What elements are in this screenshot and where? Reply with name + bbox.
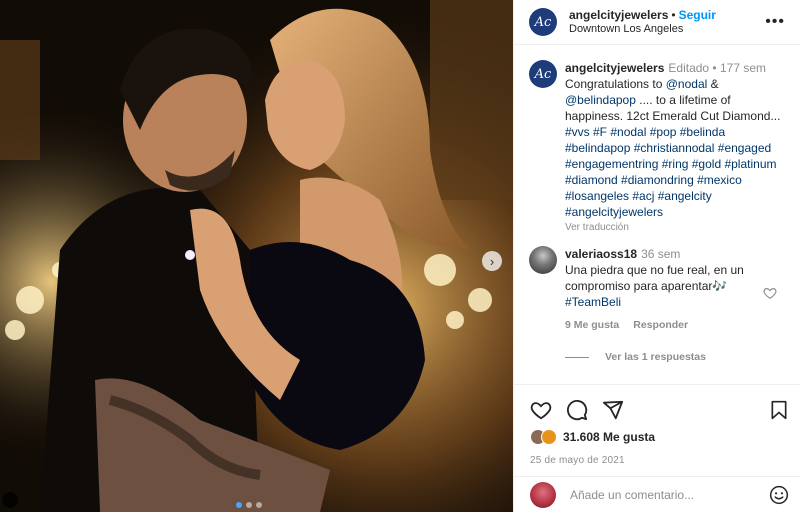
follow-button[interactable]: Seguir	[679, 8, 716, 22]
header-text: angelcityjewelers • Seguir Downtown Los An…	[569, 8, 716, 36]
view-replies[interactable]: Ver las 1 respuestas	[565, 351, 800, 363]
next-image-button[interactable]: ›	[482, 251, 502, 271]
caption-row: Ac angelcityjewelers Editado • 177 sem Co…	[514, 46, 800, 236]
chevron-right-icon: ›	[489, 253, 495, 269]
separator-dot: •	[671, 8, 676, 22]
mention-link[interactable]: @nodal	[666, 77, 708, 91]
caption-text-a: Congratulations to	[565, 77, 666, 91]
logo-text: Ac	[534, 66, 552, 82]
carousel-dot	[236, 502, 242, 508]
likes-count[interactable]: 31.608 Me gusta	[563, 430, 655, 444]
likes-row[interactable]: 31.608 Me gusta	[514, 421, 800, 447]
reply-button[interactable]: Responder	[633, 317, 688, 333]
caption-avatar[interactable]: Ac	[529, 60, 557, 88]
post-date[interactable]: 25 de mayo de 2021	[514, 447, 800, 466]
smiley-icon[interactable]	[769, 485, 789, 505]
more-dots-icon[interactable]: •••	[765, 13, 785, 31]
current-user-avatar	[530, 481, 556, 508]
comment-bubble-icon[interactable]	[566, 399, 588, 421]
mention-link[interactable]: @belindapop	[565, 93, 636, 107]
heart-icon[interactable]	[530, 399, 552, 421]
comment-body: valeriaoss18 36 sem Una piedra que no fue…	[565, 246, 785, 333]
actions-section: 31.608 Me gusta 25 de mayo de 2021	[514, 384, 800, 466]
add-comment-bar	[514, 476, 800, 512]
carousel-indicator	[236, 502, 262, 508]
location-link[interactable]: Downtown Los Angeles	[569, 22, 716, 36]
action-bar	[514, 385, 800, 421]
comment-age: 36 sem	[641, 247, 681, 261]
carousel-dot	[246, 502, 252, 508]
comment-username[interactable]: valeriaoss18	[565, 247, 637, 261]
caption-age[interactable]: 177 sem	[720, 61, 766, 75]
caption-username[interactable]: angelcityjewelers	[565, 61, 664, 75]
post-header: Ac angelcityjewelers • Seguir Downtown Los…	[514, 0, 800, 45]
comment-likes[interactable]: 9 Me gusta	[565, 317, 619, 333]
comment-row: valeriaoss18 36 sem Una piedra que no fue…	[514, 236, 800, 333]
post-photo[interactable]: ›	[0, 0, 513, 512]
hashtag-link[interactable]: #TeamBeli	[565, 295, 621, 309]
see-translation-link[interactable]: Ver traducción	[565, 220, 785, 236]
caption-text-b: &	[707, 77, 719, 91]
tagged-users-button[interactable]	[2, 492, 18, 508]
liker-avatar	[541, 429, 557, 445]
post-side-panel: Ac angelcityjewelers • Seguir Downtown Los…	[513, 0, 800, 512]
header-username[interactable]: angelcityjewelers	[569, 8, 668, 22]
account-avatar[interactable]: Ac	[529, 8, 557, 36]
couple-photo-illustration	[0, 0, 513, 512]
comment-meta: 9 Me gusta Responder	[565, 317, 785, 333]
commenter-avatar[interactable]	[529, 246, 557, 274]
separator-dot: •	[709, 61, 720, 75]
paper-plane-icon[interactable]	[602, 399, 624, 421]
comment-text: Una piedra que no fue real, en un compro…	[565, 263, 744, 293]
logo-text: Ac	[534, 14, 552, 30]
caption-body: angelcityjewelers Editado • 177 sem Congr…	[565, 60, 785, 236]
edited-label: Editado	[668, 61, 710, 75]
comment-input[interactable]	[570, 487, 760, 502]
comments-list[interactable]: Ac angelcityjewelers Editado • 177 sem Co…	[514, 46, 800, 383]
carousel-dot	[256, 502, 262, 508]
replies-line	[565, 356, 589, 358]
view-replies-label[interactable]: Ver las 1 respuestas	[605, 351, 706, 363]
hashtag-links[interactable]: #vvs #F #nodal #pop #belinda #belindapop…	[565, 125, 776, 219]
comment-like-heart-icon[interactable]	[763, 286, 777, 300]
bookmark-icon[interactable]	[769, 399, 789, 421]
